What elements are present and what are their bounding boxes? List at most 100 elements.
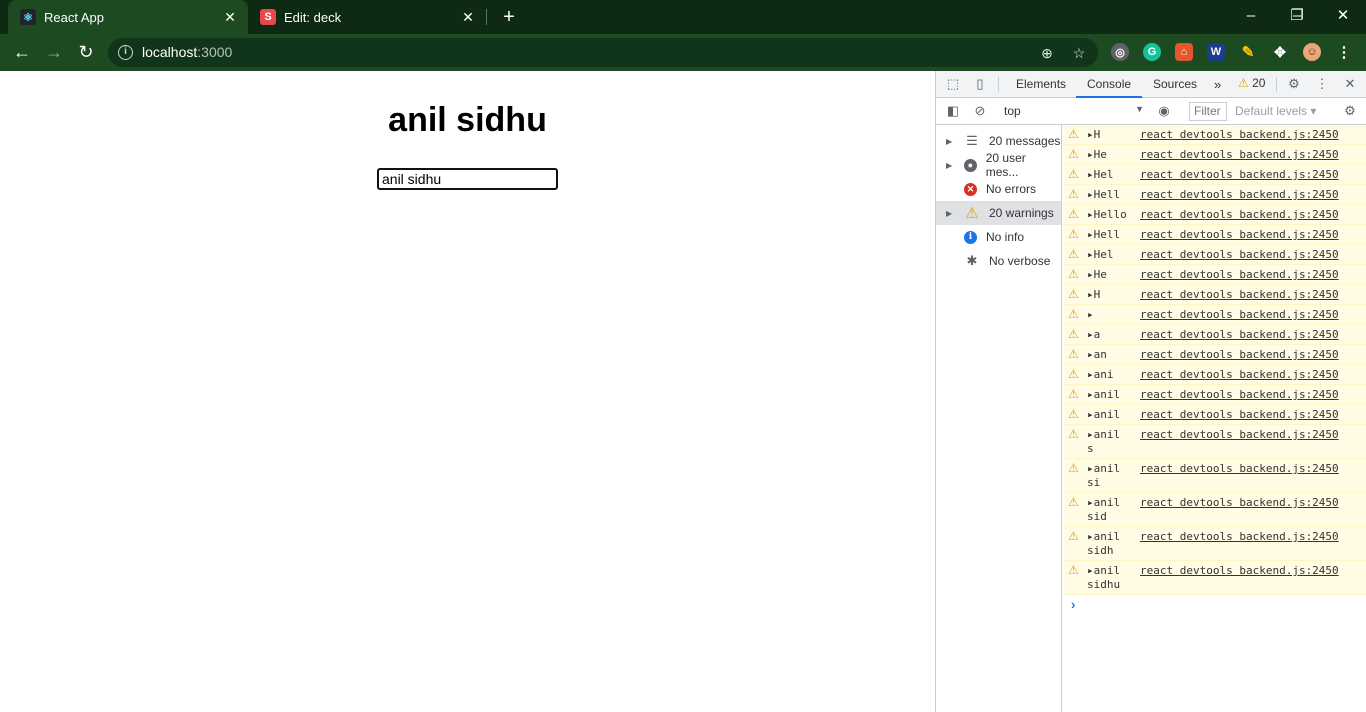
site-info-icon[interactable]: i	[118, 45, 133, 60]
message-text[interactable]: ▸an	[1087, 348, 1133, 362]
message-text[interactable]: ▸Hel	[1087, 248, 1133, 262]
avatar[interactable]: ☺	[1303, 43, 1321, 61]
close-devtools-icon[interactable]: ✕	[1342, 76, 1358, 92]
source-link[interactable]: react devtools backend.js:2450	[1140, 462, 1339, 476]
toggle-sidebar-icon[interactable]: ◧	[945, 103, 961, 119]
tab-sources[interactable]: Sources	[1153, 71, 1197, 98]
source-link[interactable]: react devtools backend.js:2450	[1140, 408, 1339, 422]
source-link[interactable]: react devtools backend.js:2450	[1140, 530, 1339, 544]
console-warning-row[interactable]: ⚠ ▸H react devtools backend.js:2450	[1063, 125, 1366, 145]
console-warning-row[interactable]: ⚠ ▸Hello react devtools backend.js:2450	[1063, 205, 1366, 225]
extensions-puzzle-icon[interactable]: ✥	[1271, 43, 1289, 61]
console-prompt[interactable]: ›	[1071, 597, 1075, 612]
clear-console-icon[interactable]: ⊘	[972, 103, 988, 119]
log-levels-dropdown[interactable]: Default levels ▾	[1235, 104, 1316, 118]
sidebar-item[interactable]: ▶ ☰ 20 messages	[936, 129, 1061, 153]
message-text[interactable]: ▸H	[1087, 128, 1133, 142]
menu-kebab-icon[interactable]: ⋮	[1335, 43, 1353, 61]
tab-edit-deck[interactable]: S Edit: deck ✕	[248, 0, 486, 34]
sidebar-item[interactable]: ▶ ⚠ 20 warnings	[936, 201, 1061, 225]
minimize-button[interactable]: –	[1228, 0, 1274, 30]
close-tab-icon[interactable]: ✕	[222, 9, 238, 25]
address-bar[interactable]: i localhost:3000 ⊕ ☆	[108, 38, 1098, 67]
source-link[interactable]: react devtools backend.js:2450	[1140, 328, 1339, 342]
console-warning-row[interactable]: ⚠ ▸anil react devtools backend.js:2450	[1063, 405, 1366, 425]
console-warning-row[interactable]: ⚠ ▸anil s react devtools backend.js:2450	[1063, 425, 1366, 459]
message-text[interactable]: ▸He	[1087, 148, 1133, 162]
source-link[interactable]: react devtools backend.js:2450	[1140, 388, 1339, 402]
sidebar-item[interactable]: ▶ ● 20 user mes...	[936, 151, 1061, 179]
source-link[interactable]: react devtools backend.js:2450	[1140, 208, 1339, 222]
console-warning-row[interactable]: ⚠ ▸Hel react devtools backend.js:2450	[1063, 165, 1366, 185]
message-text[interactable]: ▸Hel	[1087, 168, 1133, 182]
console-warning-row[interactable]: ⚠ ▸anil react devtools backend.js:2450	[1063, 385, 1366, 405]
source-link[interactable]: react devtools backend.js:2450	[1140, 368, 1339, 382]
source-link[interactable]: react devtools backend.js:2450	[1140, 428, 1339, 442]
expand-caret-icon[interactable]: ▶	[946, 161, 960, 170]
reload-icon[interactable]: ↻	[74, 40, 98, 64]
message-text[interactable]: ▸He	[1087, 268, 1133, 282]
source-link[interactable]: react devtools backend.js:2450	[1140, 148, 1339, 162]
sidebar-item[interactable]: i No info	[936, 225, 1061, 249]
console-warning-row[interactable]: ⚠ ▸Hell react devtools backend.js:2450	[1063, 225, 1366, 245]
message-text[interactable]: ▸anil si	[1087, 462, 1133, 490]
warning-count-badge[interactable]: ⚠ 20	[1238, 76, 1265, 90]
message-text[interactable]: ▸anil	[1087, 408, 1133, 422]
close-tab-icon[interactable]: ✕	[460, 9, 476, 25]
expand-caret-icon[interactable]: ▶	[946, 209, 960, 218]
extension-icon[interactable]: ◎	[1111, 43, 1129, 61]
extension-icon[interactable]: W	[1207, 43, 1225, 61]
message-text[interactable]: ▸anil sidh	[1087, 530, 1133, 558]
message-text[interactable]: ▸Hell	[1087, 228, 1133, 242]
message-text[interactable]: ▸Hell	[1087, 188, 1133, 202]
more-tabs-button[interactable]: »	[1214, 71, 1221, 98]
console-warning-row[interactable]: ⚠ ▸anil si react devtools backend.js:2450	[1063, 459, 1366, 493]
expand-caret-icon[interactable]: ▶	[946, 137, 960, 146]
live-expression-eye-icon[interactable]: ◉	[1156, 103, 1172, 119]
message-text[interactable]: ▸anil	[1087, 388, 1133, 402]
message-text[interactable]: ▸anil s	[1087, 428, 1133, 456]
source-link[interactable]: react devtools backend.js:2450	[1140, 128, 1339, 142]
device-toolbar-icon[interactable]: ▯	[972, 76, 988, 92]
console-warning-row[interactable]: ⚠ ▸H react devtools backend.js:2450	[1063, 285, 1366, 305]
source-link[interactable]: react devtools backend.js:2450	[1140, 564, 1339, 578]
message-text[interactable]: ▸ani	[1087, 368, 1133, 382]
console-warning-row[interactable]: ⚠ ▸He react devtools backend.js:2450	[1063, 145, 1366, 165]
sidebar-item[interactable]: ✱ No verbose	[936, 249, 1061, 273]
devtools-menu-icon[interactable]: ⋮	[1314, 76, 1330, 92]
extension-icon[interactable]: ⌂	[1175, 43, 1193, 61]
message-text[interactable]: ▸	[1087, 308, 1133, 322]
source-link[interactable]: react devtools backend.js:2450	[1140, 248, 1339, 262]
bookmark-star-icon[interactable]: ☆	[1070, 44, 1088, 62]
source-link[interactable]: react devtools backend.js:2450	[1140, 308, 1339, 322]
source-link[interactable]: react devtools backend.js:2450	[1140, 348, 1339, 362]
pencil-icon[interactable]: ✎	[1239, 43, 1257, 61]
name-input[interactable]	[377, 168, 558, 190]
message-text[interactable]: ▸anil sidhu	[1087, 564, 1133, 592]
tab-console[interactable]: Console	[1076, 71, 1143, 98]
console-warning-row[interactable]: ⚠ ▸He react devtools backend.js:2450	[1063, 265, 1366, 285]
tab-react-app[interactable]: ⚛ React App ✕	[8, 0, 248, 34]
inspect-element-icon[interactable]: ⬚	[945, 76, 961, 92]
source-link[interactable]: react devtools backend.js:2450	[1140, 228, 1339, 242]
message-text[interactable]: ▸a	[1087, 328, 1133, 342]
forward-icon[interactable]: →	[42, 40, 66, 64]
console-warning-row[interactable]: ⚠ ▸ani react devtools backend.js:2450	[1063, 365, 1366, 385]
restore-button[interactable]: ❐	[1274, 0, 1320, 30]
source-link[interactable]: react devtools backend.js:2450	[1140, 288, 1339, 302]
console-settings-gear-icon[interactable]: ⚙	[1342, 103, 1358, 119]
new-tab-button[interactable]: +	[498, 6, 520, 28]
settings-gear-icon[interactable]: ⚙	[1286, 76, 1302, 92]
console-warning-row[interactable]: ⚠ ▸Hel react devtools backend.js:2450	[1063, 245, 1366, 265]
console-warning-row[interactable]: ⚠ ▸anil sidh react devtools backend.js:245…	[1063, 527, 1366, 561]
zoom-icon[interactable]: ⊕	[1038, 44, 1056, 62]
window-close-button[interactable]: ✕	[1320, 0, 1366, 30]
source-link[interactable]: react devtools backend.js:2450	[1140, 496, 1339, 510]
back-icon[interactable]: ←	[10, 40, 34, 64]
grammarly-icon[interactable]: G	[1143, 43, 1161, 61]
message-text[interactable]: ▸Hello	[1087, 208, 1133, 222]
console-warning-row[interactable]: ⚠ ▸ react devtools backend.js:2450	[1063, 305, 1366, 325]
source-link[interactable]: react devtools backend.js:2450	[1140, 268, 1339, 282]
console-warning-row[interactable]: ⚠ ▸a react devtools backend.js:2450	[1063, 325, 1366, 345]
filter-input[interactable]: Filter	[1189, 102, 1227, 121]
